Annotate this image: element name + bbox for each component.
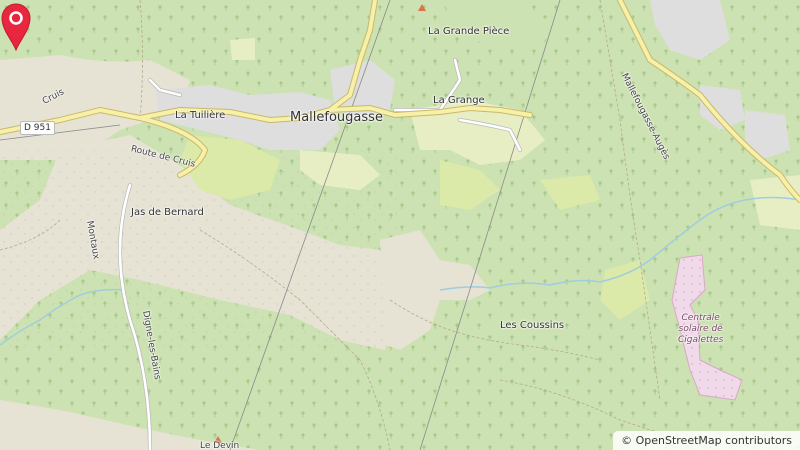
place-label: Les Coussins xyxy=(500,320,565,331)
place-label: Le Devin xyxy=(200,441,240,450)
place-label: La Tuilière xyxy=(175,110,226,121)
place-label: La Grange xyxy=(433,95,485,106)
place-label: La Grande Pièce xyxy=(428,26,510,37)
meadow-area xyxy=(230,38,255,60)
solar-plant-label-line: Centrale xyxy=(681,313,720,323)
map-view[interactable]: La Grande Pièce La Grange Mallefougasse … xyxy=(0,0,800,450)
solar-plant-label-line: solaire de xyxy=(678,324,723,334)
road-ref-shield: D 951 xyxy=(20,121,55,135)
town-label: Mallefougasse xyxy=(290,110,383,125)
solar-plant-label: Centrale solaire de Cigalettes xyxy=(678,313,723,346)
map-pin-icon[interactable] xyxy=(0,0,32,52)
map-attribution[interactable]: © OpenStreetMap contributors xyxy=(613,431,800,450)
solar-plant-label-line: Cigalettes xyxy=(678,335,724,345)
map-canvas xyxy=(0,0,800,450)
place-label: Jas de Bernard xyxy=(131,207,204,218)
